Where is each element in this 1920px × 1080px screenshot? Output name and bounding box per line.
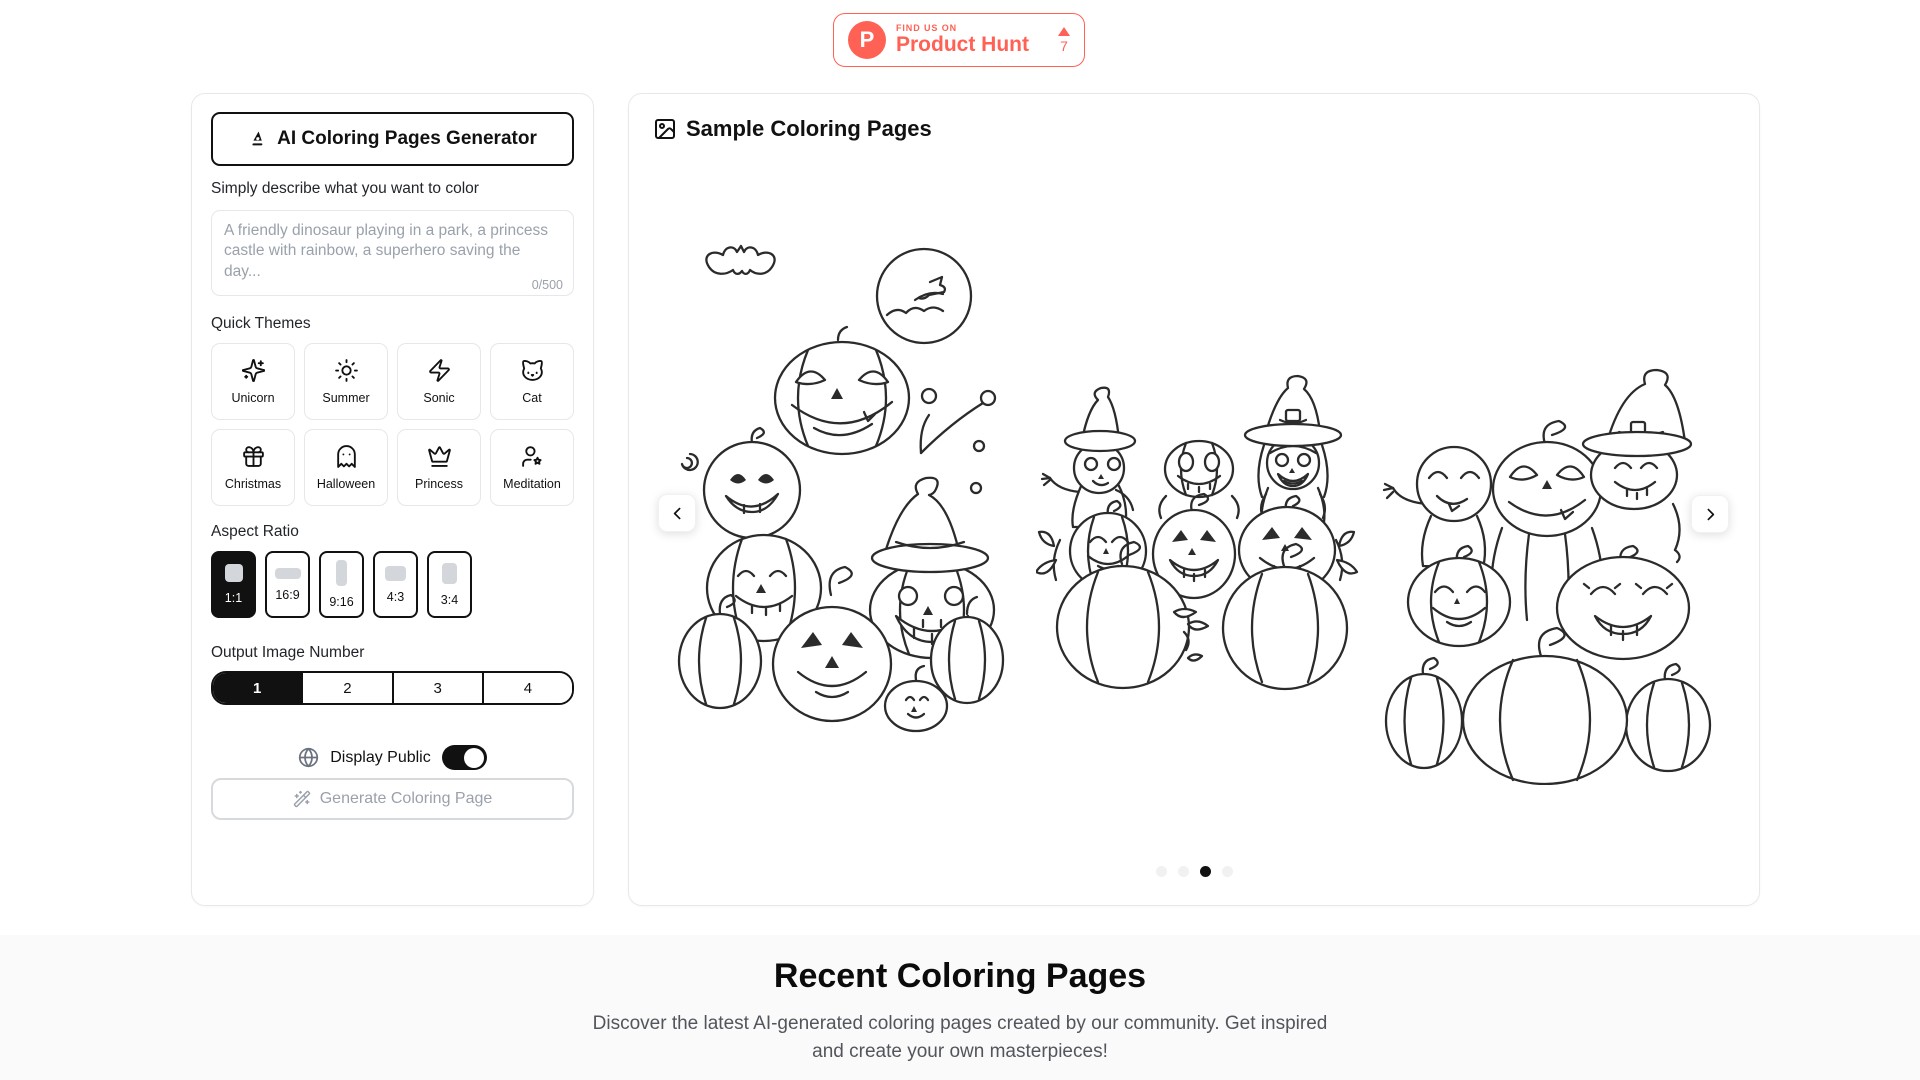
theme-label: Christmas bbox=[225, 477, 281, 491]
page: { "colors": { "product_hunt_accent": "#f… bbox=[0, 0, 1920, 1080]
quick-themes-grid: Unicorn Summer Sonic Cat Christmas Halloween P… bbox=[211, 343, 574, 506]
recent-subtitle-line-1: Discover the latest AI-generated colorin… bbox=[0, 1010, 1920, 1038]
sample-pages-panel: Sample Coloring Pages bbox=[628, 93, 1760, 906]
product-hunt-name: Product Hunt bbox=[896, 33, 1029, 57]
prompt-wrap: 0/500 bbox=[211, 210, 574, 301]
ratio-shape bbox=[442, 563, 457, 584]
triangle-up-icon bbox=[1058, 27, 1070, 36]
prompt-input[interactable] bbox=[211, 210, 574, 296]
carousel-dot-4[interactable] bbox=[1222, 866, 1233, 877]
generate-button-label: Generate Coloring Page bbox=[320, 790, 493, 808]
ratio-label: 1:1 bbox=[225, 591, 242, 605]
theme-button-meditation[interactable]: Meditation bbox=[490, 429, 574, 506]
upvote-count: 7 bbox=[1060, 38, 1068, 54]
gift-icon bbox=[241, 444, 266, 469]
theme-button-unicorn[interactable]: Unicorn bbox=[211, 343, 295, 420]
sun-icon bbox=[334, 358, 359, 383]
aspect-ratio-3-4[interactable]: 3:4 bbox=[427, 551, 472, 618]
generator-title: AI Coloring Pages Generator bbox=[277, 128, 537, 150]
toggle-knob bbox=[464, 748, 484, 768]
ratio-shape bbox=[275, 568, 301, 579]
generator-panel: AI Coloring Pages Generator Simply descr… bbox=[191, 93, 594, 906]
theme-label: Meditation bbox=[503, 477, 561, 491]
theme-label: Unicorn bbox=[231, 391, 274, 405]
zap-icon bbox=[427, 358, 452, 383]
quick-themes-label: Quick Themes bbox=[211, 315, 574, 333]
pen-nib-icon bbox=[248, 129, 268, 149]
crown-icon bbox=[427, 444, 452, 469]
output-number-label: Output Image Number bbox=[211, 644, 574, 662]
ratio-label: 9:16 bbox=[329, 595, 353, 609]
output-number-4[interactable]: 4 bbox=[482, 673, 572, 703]
wand-icon bbox=[293, 790, 311, 808]
theme-label: Cat bbox=[522, 391, 541, 405]
prompt-label: Simply describe what you want to color bbox=[211, 180, 574, 198]
person-star-icon bbox=[520, 444, 545, 469]
chevron-left-icon bbox=[669, 505, 686, 522]
carousel-prev-button[interactable] bbox=[658, 494, 696, 532]
theme-button-summer[interactable]: Summer bbox=[304, 343, 388, 420]
ratio-shape bbox=[385, 566, 406, 581]
theme-button-princess[interactable]: Princess bbox=[397, 429, 481, 506]
carousel-dots bbox=[629, 866, 1759, 877]
samples-heading: Sample Coloring Pages bbox=[653, 116, 932, 142]
sparkles-icon bbox=[241, 358, 266, 383]
theme-button-christmas[interactable]: Christmas bbox=[211, 429, 295, 506]
ratio-label: 3:4 bbox=[441, 593, 458, 607]
theme-label: Princess bbox=[415, 477, 463, 491]
globe-icon bbox=[298, 747, 319, 768]
recent-title: Recent Coloring Pages bbox=[0, 957, 1920, 996]
aspect-ratio-4-3[interactable]: 4:3 bbox=[373, 551, 418, 618]
carousel-dot-1[interactable] bbox=[1156, 866, 1167, 877]
generator-title-box: AI Coloring Pages Generator bbox=[211, 112, 574, 166]
output-number-2[interactable]: 2 bbox=[301, 673, 391, 703]
carousel-dot-3[interactable] bbox=[1200, 866, 1211, 877]
chevron-right-icon bbox=[1702, 506, 1719, 523]
ratio-label: 4:3 bbox=[387, 590, 404, 604]
find-us-on-label: FIND US ON bbox=[896, 23, 1029, 33]
ratio-label: 16:9 bbox=[275, 588, 299, 602]
product-hunt-logo-icon: P bbox=[848, 21, 886, 59]
carousel-next-button[interactable] bbox=[1691, 495, 1729, 533]
theme-button-sonic[interactable]: Sonic bbox=[397, 343, 481, 420]
generate-button[interactable]: Generate Coloring Page bbox=[211, 778, 574, 820]
aspect-ratio-1-1[interactable]: 1:1 bbox=[211, 551, 256, 618]
cat-icon bbox=[520, 358, 545, 383]
char-counter: 0/500 bbox=[532, 278, 563, 292]
aspect-ratio-16-9[interactable]: 16:9 bbox=[265, 551, 310, 618]
display-public-label: Display Public bbox=[330, 749, 430, 767]
image-icon bbox=[653, 117, 677, 141]
sample-coloring-image-1 bbox=[668, 240, 1024, 785]
display-public-toggle[interactable] bbox=[442, 745, 487, 770]
output-number-1[interactable]: 1 bbox=[213, 673, 301, 703]
theme-label: Sonic bbox=[423, 391, 454, 405]
aspect-ratio-label: Aspect Ratio bbox=[211, 523, 574, 541]
output-number-control: 1234 bbox=[211, 671, 574, 705]
recent-subtitle: Discover the latest AI-generated colorin… bbox=[0, 1010, 1920, 1065]
theme-button-cat[interactable]: Cat bbox=[490, 343, 574, 420]
upvote-block[interactable]: 7 bbox=[1058, 27, 1070, 54]
theme-label: Summer bbox=[322, 391, 369, 405]
carousel-dot-2[interactable] bbox=[1178, 866, 1189, 877]
aspect-ratio-9-16[interactable]: 9:16 bbox=[319, 551, 364, 618]
product-hunt-badge[interactable]: P FIND US ON Product Hunt 7 bbox=[833, 13, 1085, 67]
output-number-3[interactable]: 3 bbox=[392, 673, 482, 703]
recent-subtitle-line-2: and create your own masterpieces! bbox=[0, 1038, 1920, 1066]
sample-coloring-image-2 bbox=[1036, 350, 1360, 730]
product-hunt-text: FIND US ON Product Hunt bbox=[896, 23, 1029, 57]
recent-section: Recent Coloring Pages Discover the lates… bbox=[0, 935, 1920, 1080]
ghost-icon bbox=[334, 444, 359, 469]
display-public-row: Display Public bbox=[211, 745, 574, 770]
theme-button-halloween[interactable]: Halloween bbox=[304, 429, 388, 506]
aspect-ratio-row: 1:1 16:9 9:16 4:3 3:4 bbox=[211, 551, 574, 618]
sample-coloring-image-3 bbox=[1379, 344, 1715, 785]
ratio-shape bbox=[225, 564, 243, 582]
theme-label: Halloween bbox=[317, 477, 375, 491]
samples-title-text: Sample Coloring Pages bbox=[686, 116, 932, 142]
ratio-shape bbox=[336, 560, 347, 586]
